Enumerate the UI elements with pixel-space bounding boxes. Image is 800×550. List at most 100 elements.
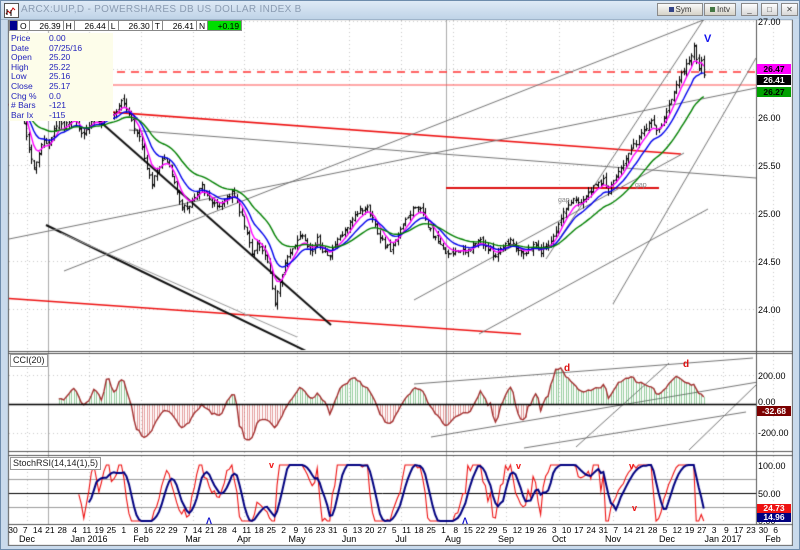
app-window: ARCX:UUP,D - POWERSHARES DB US DOLLAR IN… xyxy=(0,0,800,550)
month-label: Sep xyxy=(498,534,514,544)
month-label: Jun xyxy=(342,534,357,544)
stoch-axis-label: 50.00 xyxy=(758,489,781,499)
date-tick: 31 xyxy=(328,525,337,535)
cci-axis-label: 200.00 xyxy=(758,371,786,381)
cci-axis-label: -200.00 xyxy=(758,428,789,438)
date-tick: 25 xyxy=(107,525,116,535)
date-tick: 26 xyxy=(537,525,546,535)
annotation-d: d xyxy=(564,363,570,374)
annotation-d: d xyxy=(683,359,689,370)
date-tick: 19 xyxy=(525,525,534,535)
date-tick: 28 xyxy=(57,525,66,535)
date-tick: 27 xyxy=(377,525,386,535)
data-box-row: Bar Ix-115 xyxy=(11,111,111,121)
window-bottom-edge xyxy=(1,546,800,550)
month-label: Jan 2017 xyxy=(704,534,741,544)
price-axis-label: 25.00 xyxy=(758,209,781,219)
annotation-gap: gap xyxy=(635,182,647,189)
date-tick: 22 xyxy=(476,525,485,535)
cursor-data-box: Price0.00Date07/25/16Open25.20High25.22L… xyxy=(9,33,113,121)
date-tick: 23 xyxy=(746,525,755,535)
month-label: May xyxy=(288,534,305,544)
annotation-v: v xyxy=(629,461,634,471)
date-tick: 25 xyxy=(426,525,435,535)
price-axis-label: 24.00 xyxy=(758,305,781,315)
price-axis-label: 27.00 xyxy=(758,17,781,27)
quote-lead-swatch xyxy=(9,20,18,31)
date-tick: 14 xyxy=(623,525,632,535)
date-tick: 29 xyxy=(488,525,497,535)
title-bar[interactable]: ARCX:UUP,D - POWERSHARES DB US DOLLAR IN… xyxy=(1,1,800,20)
month-label: Feb xyxy=(133,534,149,544)
price-axis-label: 25.50 xyxy=(758,161,781,171)
annotation-v: V xyxy=(704,33,711,45)
annotation-v: v xyxy=(516,461,521,471)
window-title: ARCX:UUP,D - POWERSHARES DB US DOLLAR IN… xyxy=(21,4,302,15)
date-tick: 18 xyxy=(414,525,423,535)
date-tick: 21 xyxy=(205,525,214,535)
month-label: Nov xyxy=(605,534,621,544)
minimize-button[interactable]: _ xyxy=(741,3,758,16)
date-tick: 1 xyxy=(121,525,126,535)
date-tick: 18 xyxy=(254,525,263,535)
month-label: Feb xyxy=(765,534,781,544)
quote-field-value: 26.44 xyxy=(75,20,109,31)
price-axis-label: 24.50 xyxy=(758,257,781,267)
month-label: Jul xyxy=(395,534,407,544)
stoch-axis-label: 100.00 xyxy=(758,461,786,471)
chart-canvas[interactable] xyxy=(1,1,800,550)
cci-panel-label: CCI(20) xyxy=(10,354,48,367)
date-tick: 28 xyxy=(648,525,657,535)
quote-field-label: L xyxy=(109,20,119,31)
sym-button[interactable]: Sym xyxy=(657,3,703,16)
quote-field-value: 26.39 xyxy=(30,20,64,31)
date-tick: 23 xyxy=(316,525,325,535)
month-label: Dec xyxy=(659,534,675,544)
date-tick: 24 xyxy=(586,525,595,535)
intv-icon xyxy=(710,7,715,12)
month-label: Apr xyxy=(237,534,251,544)
annotation-v: v xyxy=(632,503,637,513)
price-axis-label: 26.00 xyxy=(758,113,781,123)
stochrsi-panel-label: StochRSI(14,14(1),5) xyxy=(10,457,101,470)
quote-field-label: H xyxy=(64,20,75,31)
app-icon xyxy=(4,3,19,18)
annotation-gap: gap xyxy=(558,197,570,204)
cci-value-badge: -32.68 xyxy=(757,406,791,416)
quote-field-value: 26.41 xyxy=(163,20,197,31)
date-tick: 30 xyxy=(8,525,17,535)
date-tick: 19 xyxy=(685,525,694,535)
stoch-value-badge: 14.96 xyxy=(757,513,791,522)
date-tick: 15 xyxy=(463,525,472,535)
last-price-badge: 26.27 xyxy=(757,87,791,97)
month-label: Jan 2016 xyxy=(70,534,107,544)
data-box-value: -115 xyxy=(49,111,65,121)
annotation-v: v xyxy=(269,460,274,470)
window-right-edge xyxy=(793,19,800,546)
date-tick: 17 xyxy=(574,525,583,535)
quote-field-value: +0.19 xyxy=(208,20,242,31)
month-label: Aug xyxy=(445,534,461,544)
last-price-badge: 26.47 xyxy=(757,64,791,74)
date-tick: 29 xyxy=(168,525,177,535)
month-label: Dec xyxy=(19,534,35,544)
last-price-badge: 26.41 xyxy=(757,75,791,85)
quote-field-label: O xyxy=(18,20,30,31)
quote-field-label: N xyxy=(197,20,208,31)
date-tick: 21 xyxy=(45,525,54,535)
intv-button[interactable]: Intv xyxy=(704,3,736,16)
month-label: Mar xyxy=(185,534,201,544)
date-tick: 25 xyxy=(267,525,276,535)
close-button[interactable]: ✕ xyxy=(781,3,798,16)
data-box-label: Bar Ix xyxy=(11,111,49,121)
date-tick: 20 xyxy=(365,525,374,535)
date-tick: 28 xyxy=(217,525,226,535)
sym-icon xyxy=(669,7,674,12)
quote-field-value: 26.30 xyxy=(119,20,153,31)
date-tick: 2 xyxy=(281,525,286,535)
month-label: Oct xyxy=(552,534,566,544)
maximize-button[interactable]: □ xyxy=(761,3,778,16)
date-tick: 22 xyxy=(156,525,165,535)
quote-bar: O26.39H26.44L26.30T26.41N+0.19 xyxy=(9,20,242,31)
date-tick: 21 xyxy=(636,525,645,535)
